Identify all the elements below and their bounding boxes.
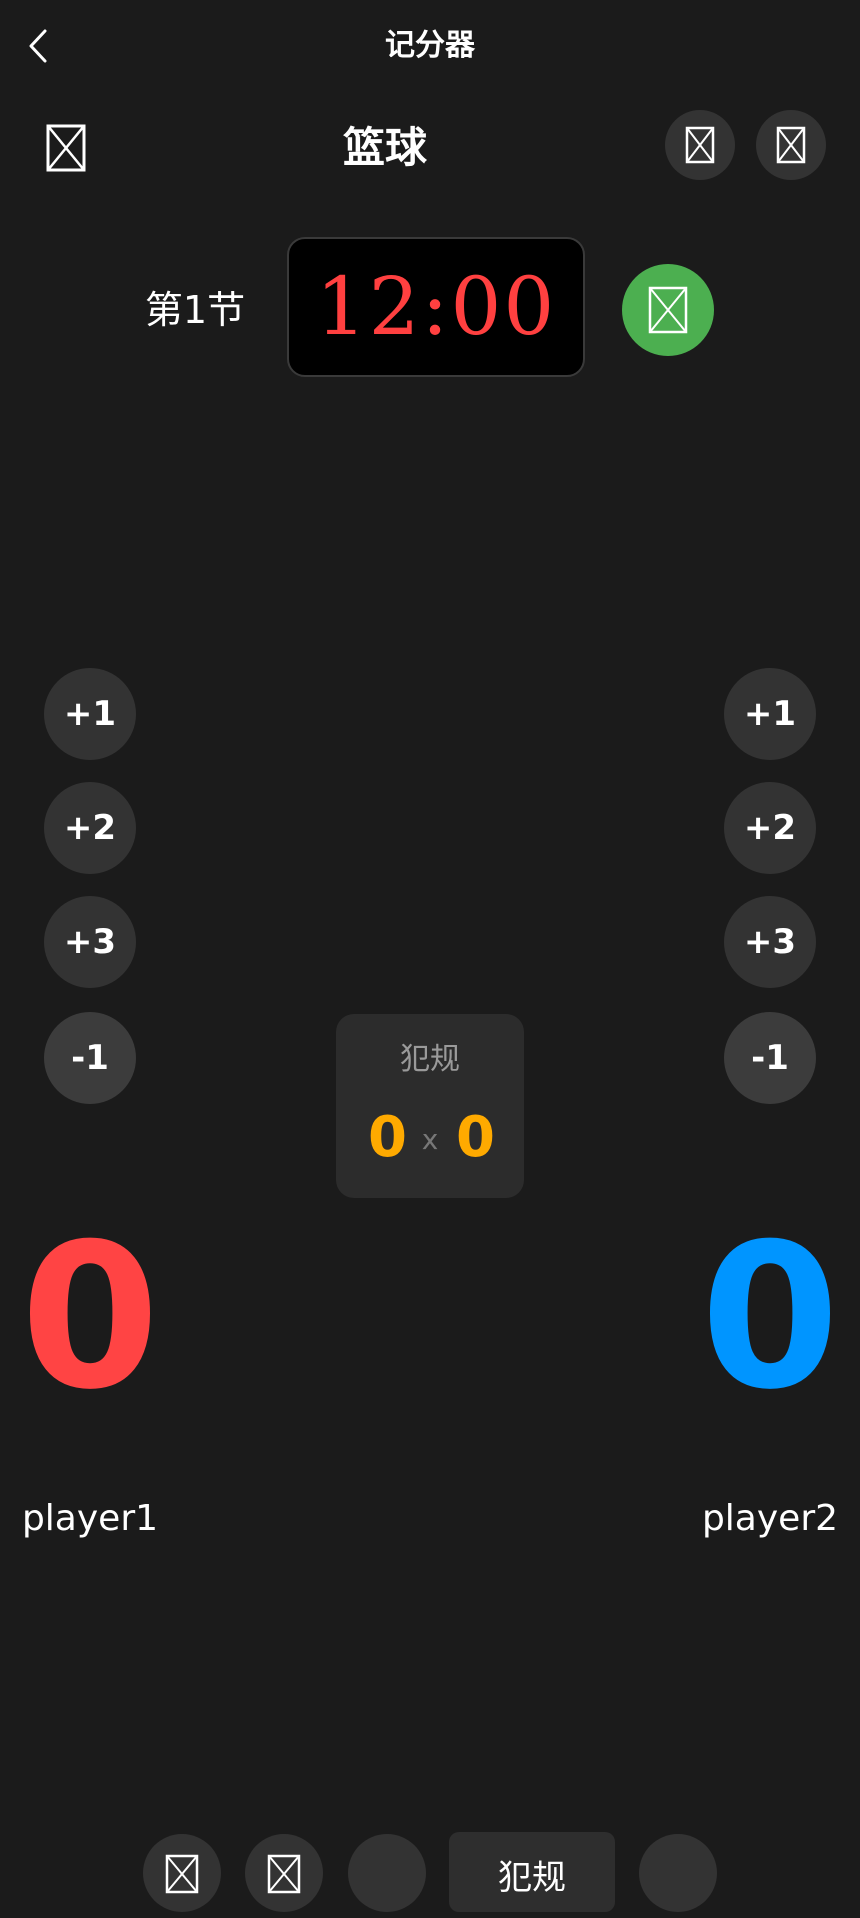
- broken-image-icon: [267, 1854, 301, 1894]
- settings-image-button[interactable]: [46, 124, 90, 174]
- team1-name[interactable]: player1: [0, 1494, 190, 1544]
- team1-plus-2-button[interactable]: +2: [44, 782, 136, 874]
- broken-image-icon: [165, 1854, 199, 1894]
- team1-minus-1-button[interactable]: -1: [44, 1012, 136, 1104]
- team1-fouls: 0: [368, 1105, 407, 1170]
- team2-name[interactable]: player2: [670, 1494, 860, 1544]
- play-button[interactable]: [622, 264, 714, 356]
- broken-image-icon: [46, 124, 86, 172]
- header-tool-button-1[interactable]: [665, 110, 735, 180]
- bottom-tool-button-4[interactable]: [639, 1834, 717, 1912]
- bottom-tool-button-3[interactable]: [348, 1834, 426, 1912]
- fouls-panel[interactable]: 犯规 0 x 0: [336, 1014, 524, 1198]
- broken-image-icon: [776, 126, 806, 164]
- broken-image-icon: [685, 126, 715, 164]
- header-tool-button-2[interactable]: [756, 110, 826, 180]
- team2-fouls: 0: [456, 1105, 495, 1170]
- fouls-label: 犯规: [400, 1042, 460, 1077]
- team1-score[interactable]: 0: [0, 1218, 180, 1418]
- game-timer[interactable]: 12:00: [287, 237, 585, 377]
- sport-title: 篮球: [342, 123, 427, 172]
- timer-display: 12:00: [315, 260, 557, 353]
- broken-image-icon: [648, 286, 688, 334]
- team2-plus-1-button[interactable]: +1: [724, 668, 816, 760]
- bottom-fouls-tab[interactable]: 犯规: [449, 1832, 615, 1912]
- team1-plus-3-button[interactable]: +3: [44, 896, 136, 988]
- bottom-tool-button-2[interactable]: [245, 1834, 323, 1912]
- bottom-tool-button-1[interactable]: [143, 1834, 221, 1912]
- team1-plus-1-button[interactable]: +1: [44, 668, 136, 760]
- team2-plus-2-button[interactable]: +2: [724, 782, 816, 874]
- period-label[interactable]: 第1节: [130, 280, 260, 340]
- team2-plus-3-button[interactable]: +3: [724, 896, 816, 988]
- team2-minus-1-button[interactable]: -1: [724, 1012, 816, 1104]
- fouls-separator: x: [421, 1123, 439, 1156]
- nav-title: 记分器: [385, 28, 475, 63]
- team2-score[interactable]: 0: [680, 1218, 860, 1418]
